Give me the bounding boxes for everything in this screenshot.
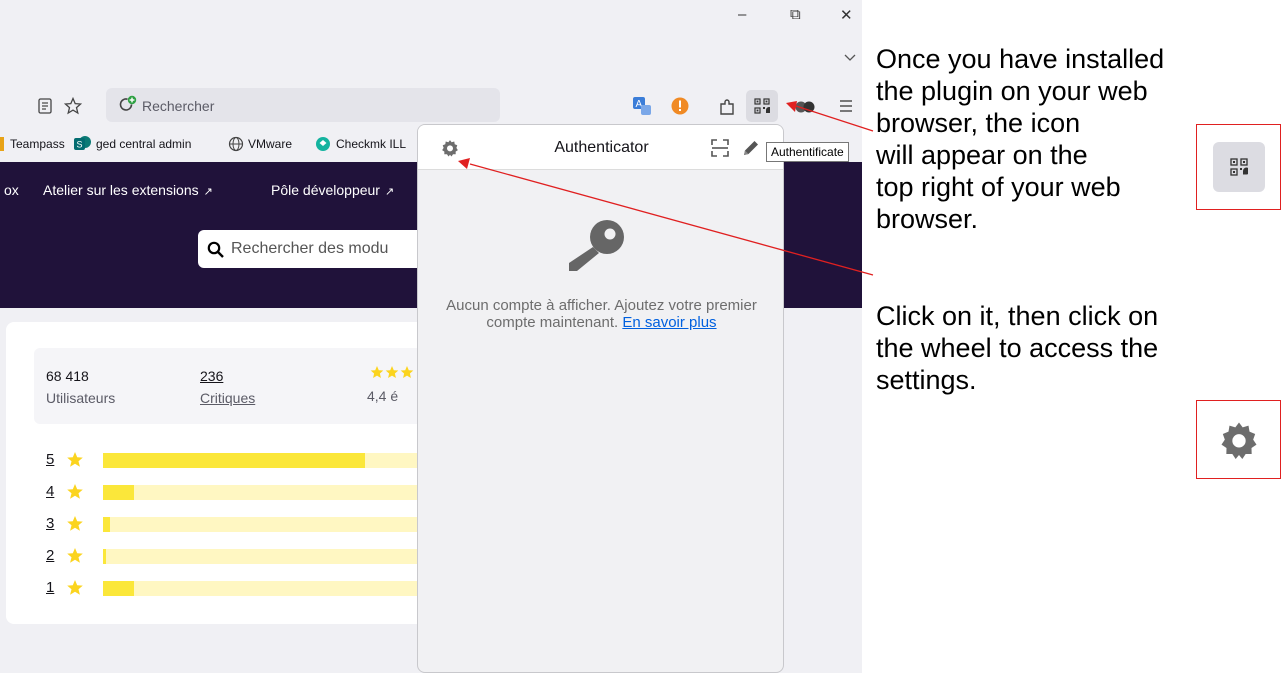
arrow-to-settings-gear <box>469 163 874 276</box>
arrow-to-extension-icon <box>795 105 874 132</box>
arrowhead-settings <box>458 158 470 169</box>
annotation-arrows <box>458 101 874 276</box>
arrowhead-extension <box>786 101 797 112</box>
